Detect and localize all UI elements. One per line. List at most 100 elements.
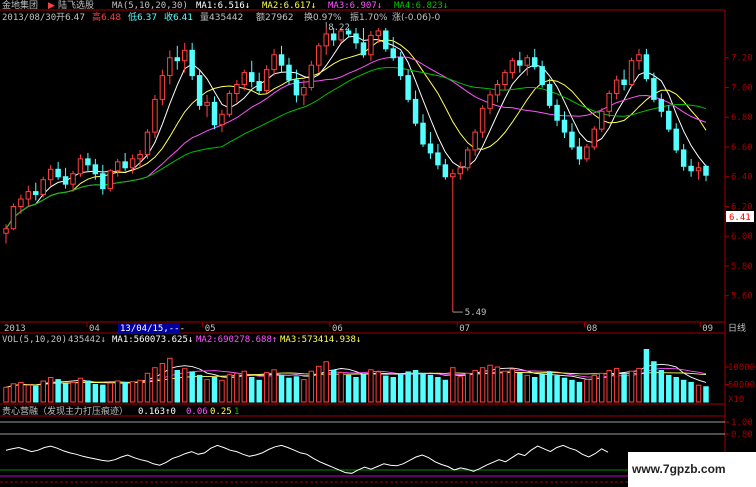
candle-body [114,161,121,172]
price-tick-label: 6.60 [731,143,753,153]
candle-body [293,79,300,96]
volume-bar [599,372,605,403]
date-tick-label: 05 [205,324,216,334]
volume-bar [92,384,99,403]
candle-body [144,131,151,155]
watermark: www.7gpzb.com [628,452,756,487]
volume-bar [196,374,203,403]
current-price-tag: 6.41 [726,211,754,223]
candle-body [308,64,315,88]
volume-bar [107,382,113,403]
low-value: 低6.37 [128,11,157,23]
candle-body [18,198,24,207]
price-tick-label: 6.80 [731,113,753,123]
candle-body [576,146,583,160]
volume-bar [569,379,575,403]
price-tick-label: 6.00 [731,232,753,242]
candle-body [457,167,463,175]
candle-body [651,78,657,100]
close-value: 收6.41 [164,11,193,23]
chart-window: 金地集团 ▶ 陆飞选股 MA(5,10,20,30) MA1:6.516↓ MA… [0,0,756,487]
candle-body [412,98,419,124]
candle-body [390,48,396,59]
indicator-tick-label: 0.80 [731,430,753,440]
volume-bar [487,364,493,403]
indicator-axis-ticks: 1.00 0.80 [725,418,753,440]
candle-body [360,42,367,56]
volume-bar [181,368,188,403]
volume-bar [442,379,449,403]
candle-body [561,119,568,133]
price-tick-label: 5.80 [731,262,753,272]
candle-body [137,153,143,160]
volume-bar [18,381,24,403]
vol-ma1: MA1:560073.625↓ [112,335,193,345]
stock-name: 金地集团 [2,0,38,11]
candle-body [688,165,694,172]
volume-bar [360,374,367,403]
volume-bar [122,381,128,403]
volume-bar [383,375,389,403]
volume-bar [189,371,195,403]
volume-bar [435,377,441,403]
change-value: 涨(-0.06)-0 [392,12,441,23]
volume-bar [129,381,136,403]
volume-bar [293,376,300,403]
volume-value: 量435442 [200,12,243,23]
volume-bar [703,386,709,403]
volume-bar [152,367,158,403]
volume-bar [457,376,463,403]
candle-body [658,98,665,112]
volume-bar [666,374,672,403]
candle-body [673,128,679,151]
candle-body [487,94,493,109]
volume-bar [427,374,434,403]
volume-bar [636,367,642,403]
candle-body [25,191,32,200]
candle-body [330,33,337,41]
volume-bar [249,377,255,403]
candle-body [375,30,382,36]
date-axis: 2013 13/04/15,--- 日线 04 05 06 07 08 09 [4,322,746,334]
volume-bar [673,377,679,403]
candle-body [405,75,411,100]
volume-bar [286,377,292,403]
price-axis-ticks: 7.20 7.00 6.80 6.60 6.40 6.20 6.00 5.80 5.60 [725,54,753,302]
candle-body [621,79,627,86]
volume-bar [368,369,374,403]
candle-body [219,113,225,126]
candle-body [666,110,672,130]
volume-bar [55,379,61,403]
volume-bar [241,370,248,403]
volume-bar [77,377,84,403]
price-tick-label: 6.20 [731,202,753,212]
high-value: 高6.48 [92,11,121,23]
price-tick-label: 5.60 [731,292,753,302]
candle-body [286,64,292,81]
volume-bar [643,349,650,403]
ma1-value: MA1:6.516↓ [196,1,250,11]
cursor-date: 13/04/15,--- [120,324,185,334]
volume-bar [114,380,121,403]
candle-body [643,54,650,80]
candle-body [234,84,240,94]
volume-bar [137,379,143,403]
candle-body [55,168,61,178]
volume-bar [688,381,694,403]
volume-bar [256,379,262,403]
candle-body [606,92,612,112]
volume-header: VOL(5,10,20) 435442↓ MA1:560073.625↓ MA2… [2,335,361,345]
candle-body [159,75,166,100]
volume-bar [144,372,151,403]
candle-body [427,143,434,154]
volume-bar [70,381,76,403]
candle-body [680,149,687,167]
candle-body [435,152,441,166]
date-tick-label: 04 [89,324,100,334]
volume-bar [62,383,69,403]
candle-body [420,122,426,145]
candle-body [703,165,709,176]
candle-body [353,33,359,44]
volume-bar [502,370,508,403]
candle-body [189,49,195,77]
